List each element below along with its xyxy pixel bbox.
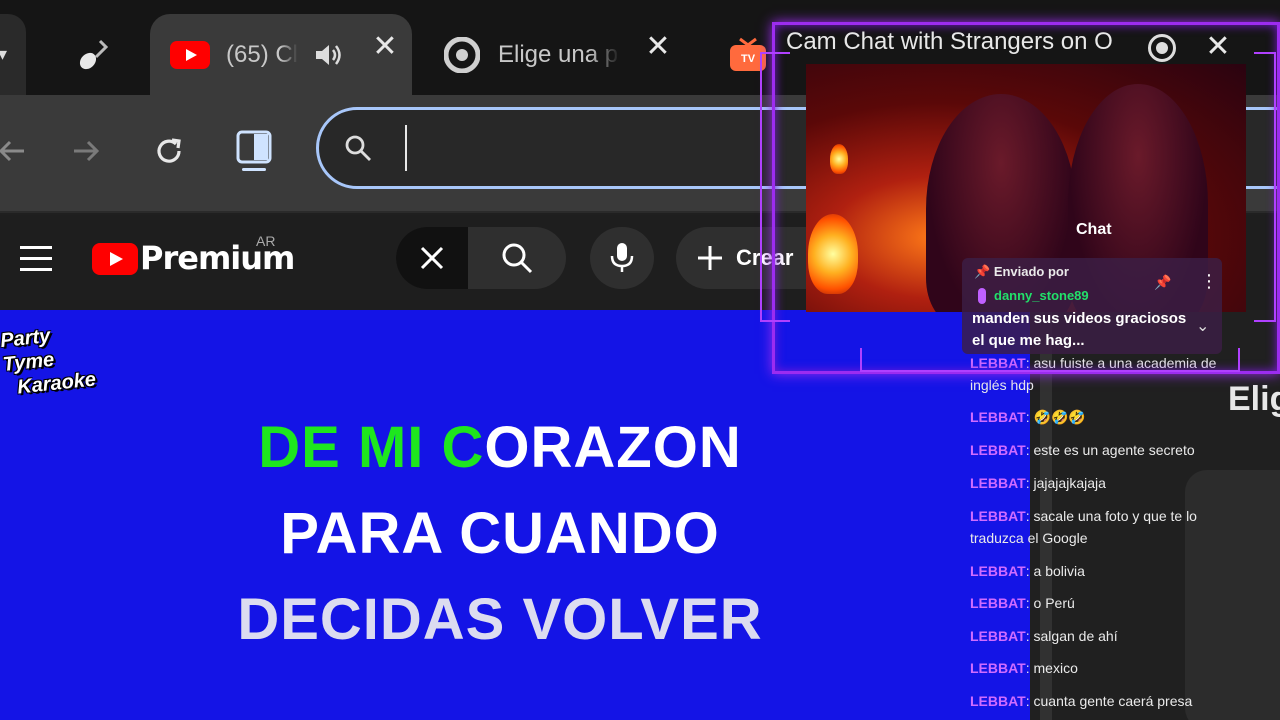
chat-message: LEBBAT: este es un agente secreto	[970, 442, 1195, 458]
youtube-icon	[170, 40, 210, 69]
pinned-sent-by: 📌 Enviado por	[974, 264, 1069, 279]
search-bar	[396, 227, 566, 289]
chat-message: LEBBAT: jajajajkajaja	[970, 475, 1106, 491]
close-icon	[420, 246, 444, 270]
screen: ▾ (65) Cl ✕ Elige una p ✕ TV Premium AR …	[0, 0, 1280, 720]
candle-flame	[808, 214, 858, 294]
chat-message: LEBBAT: cuanta gente caerá presa	[970, 693, 1193, 709]
tab-title: (65) Cl	[226, 40, 298, 68]
plus-icon	[698, 246, 722, 270]
pip-close-icon[interactable]: ✕	[1203, 32, 1233, 62]
chat-message: LEBBAT: salgan de ahí	[970, 628, 1118, 644]
microphone-icon	[610, 243, 634, 272]
page-heading: Elig	[1228, 380, 1280, 418]
chevron-down-icon[interactable]: ⌄	[1196, 316, 1209, 336]
guitar-icon	[79, 39, 109, 69]
pin-icon[interactable]: 📌	[1154, 274, 1171, 291]
chat-message: LEBBAT: mexico	[970, 660, 1078, 676]
lyric-line-1: DE MI CORAZON	[0, 414, 1000, 481]
pip-tab-title: Cam Chat with Strangers on O	[786, 28, 1113, 55]
lyric-sung-part: DE MI C	[258, 415, 485, 480]
search-icon	[502, 243, 533, 274]
chat-message: LEBBAT: sacale una foto y que te lo trad…	[970, 508, 1197, 546]
tab-guitar[interactable]	[60, 14, 130, 95]
search-icon	[345, 135, 371, 161]
chat-message: LEBBAT: o Perú	[970, 595, 1075, 611]
candle-flame	[830, 144, 848, 174]
chevron-down-icon: ▾	[0, 44, 8, 64]
lyric-line-3: DECIDAS VOLVER	[237, 587, 763, 652]
chat-messages: LEBBAT: asu fuiste a una academia de ing…	[962, 350, 1230, 720]
user-dot-icon	[978, 288, 986, 304]
more-options-icon[interactable]: ⋮	[1200, 272, 1218, 290]
lyric-unsung-part: ORAZON	[484, 415, 742, 480]
chrome-icon	[444, 36, 480, 73]
karaoke-logo: Party Tyme Karaoke	[0, 324, 97, 399]
menu-icon[interactable]	[20, 246, 52, 272]
svg-text:TV: TV	[741, 53, 756, 65]
pip-decoration	[760, 52, 790, 322]
record-icon[interactable]	[1148, 34, 1176, 62]
chat-title: Chat	[1076, 221, 1112, 238]
speaker-icon[interactable]	[312, 40, 342, 70]
country-code: AR	[256, 233, 276, 249]
pinned-message[interactable]: 📌 Enviado por danny_stone89 📌 ⋮ manden s…	[962, 258, 1222, 354]
back-icon[interactable]	[0, 125, 38, 177]
tab-partial-left[interactable]: ▾	[0, 14, 26, 95]
pip-decoration	[1254, 52, 1276, 322]
search-button[interactable]	[468, 227, 566, 289]
tab-close-icon[interactable]: ✕	[643, 32, 673, 62]
chat-message: LEBBAT: 🤣🤣🤣	[970, 409, 1086, 425]
pinned-text: manden sus videos graciosos el que me ha…	[972, 310, 1187, 349]
youtube-logo-icon[interactable]	[92, 243, 138, 275]
pinned-user: danny_stone89	[994, 288, 1089, 303]
lyric-line-2: PARA CUANDO	[280, 501, 720, 566]
chat-message: LEBBAT: a bolivia	[970, 563, 1085, 579]
tab-title: Elige una p	[498, 40, 619, 68]
side-panel-icon[interactable]	[228, 125, 280, 177]
reload-icon[interactable]	[143, 125, 195, 177]
voice-search-button[interactable]	[590, 227, 654, 289]
tab-close-icon[interactable]: ✕	[370, 32, 400, 62]
clear-search-button[interactable]	[396, 227, 468, 289]
forward-icon[interactable]	[60, 125, 112, 177]
